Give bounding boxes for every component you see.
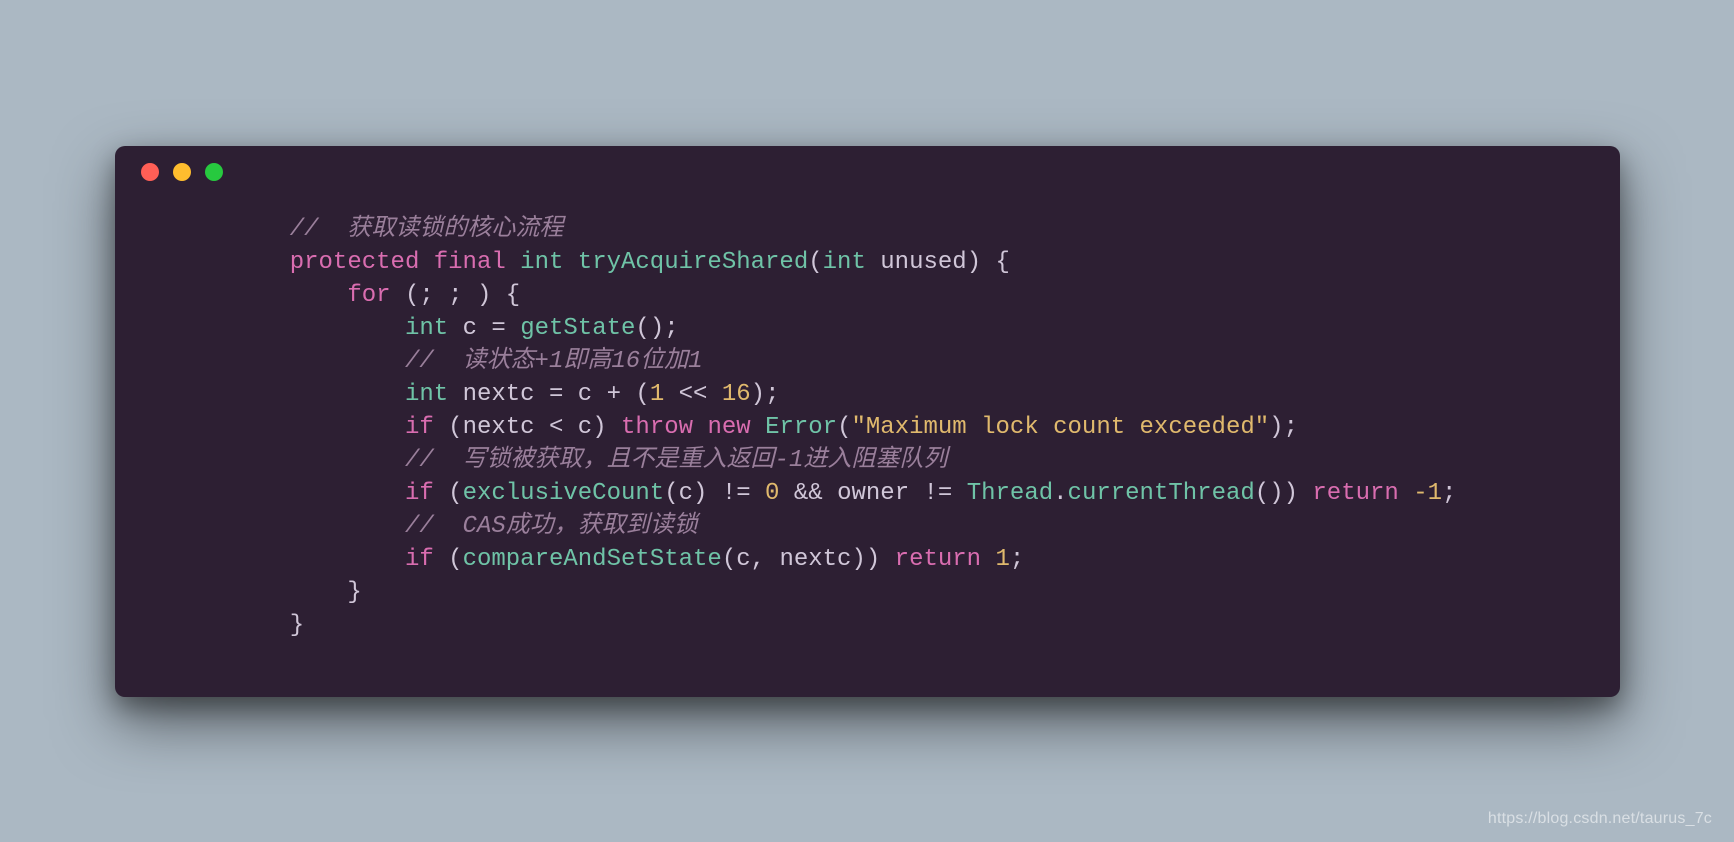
minimize-icon[interactable] xyxy=(173,163,191,181)
code-block: // 获取读锁的核心流程 protected final int tryAcqu… xyxy=(115,198,1620,642)
stage: // 获取读锁的核心流程 protected final int tryAcqu… xyxy=(0,0,1734,842)
line-10: // CAS成功，获取到读锁 xyxy=(175,513,698,540)
line-7: if (nextc < c) throw new Error("Maximum … xyxy=(175,414,1298,441)
comment: // 获取读锁的核心流程 xyxy=(290,216,564,243)
string-literal: "Maximum lock count exceeded" xyxy=(851,414,1269,441)
line-3: for (; ; ) { xyxy=(175,282,521,309)
line-5: // 读状态+1即高16位加1 xyxy=(175,348,703,375)
keyword-for: for xyxy=(347,282,390,309)
comment: // CAS成功，获取到读锁 xyxy=(405,513,698,540)
keyword-final: final xyxy=(434,249,506,276)
line-8: // 写锁被获取，且不是重入返回-1进入阻塞队列 xyxy=(175,447,948,474)
code-window: // 获取读锁的核心流程 protected final int tryAcqu… xyxy=(115,146,1620,697)
line-2: protected final int tryAcquireShared(int… xyxy=(175,249,1010,276)
line-12: } xyxy=(175,579,362,606)
line-6: int nextc = c + (1 << 16); xyxy=(175,381,780,408)
watermark-text: https://blog.csdn.net/taurus_7c xyxy=(1488,810,1712,828)
comment: // 读状态+1即高16位加1 xyxy=(405,348,703,375)
type-int: int xyxy=(520,249,563,276)
line-1: // 获取读锁的核心流程 xyxy=(175,216,564,243)
func-tryAcquireShared: tryAcquireShared xyxy=(578,249,808,276)
keyword-protected: protected xyxy=(290,249,420,276)
line-4: int c = getState(); xyxy=(175,315,679,342)
comment: // 写锁被获取，且不是重入返回-1进入阻塞队列 xyxy=(405,447,947,474)
window-titlebar xyxy=(115,146,1620,198)
line-9: if (exclusiveCount(c) != 0 && owner != T… xyxy=(175,480,1457,507)
zoom-icon[interactable] xyxy=(205,163,223,181)
line-11: if (compareAndSetState(c, nextc)) return… xyxy=(175,546,1025,573)
close-icon[interactable] xyxy=(141,163,159,181)
line-13: } xyxy=(175,612,305,639)
